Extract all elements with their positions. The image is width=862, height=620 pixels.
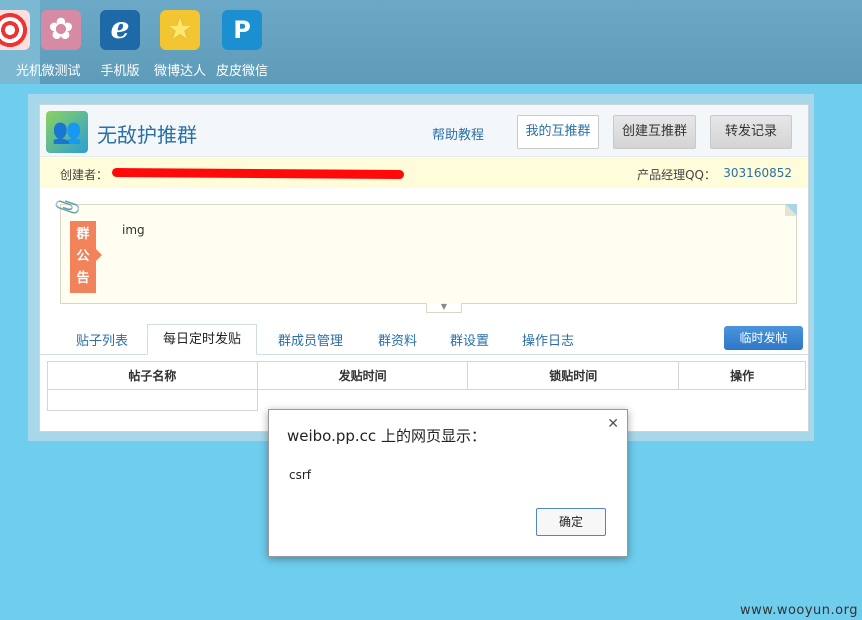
- group-logo-icon: [46, 111, 88, 153]
- notice-text: img: [122, 223, 145, 237]
- paperclip-icon: 📎: [53, 192, 84, 223]
- pm-qq-label: 产品经理QQ：: [637, 168, 716, 182]
- tab-post-list[interactable]: 贴子列表: [76, 330, 128, 349]
- notice-tag-char: 群: [76, 227, 90, 242]
- tab-operation-log[interactable]: 操作日志: [522, 330, 574, 349]
- column-header: 帖子名称: [47, 361, 258, 390]
- redaction-mark: [111, 167, 405, 180]
- target-icon: [0, 10, 30, 50]
- creator-label: 创建者：: [60, 168, 109, 182]
- app-pipi-weixin[interactable]: 皮皮微信: [212, 0, 272, 84]
- tab-group-settings[interactable]: 群设置: [450, 330, 489, 349]
- chat-bubble-icon: [222, 10, 262, 50]
- app-label: 皮皮微信: [215, 64, 268, 79]
- top-app-bar: 光机 微测试 手机版 微博达人 皮皮微信: [0, 0, 862, 84]
- group-notice: 📎 群 公 告 img ▼: [53, 193, 797, 313]
- expand-toggle[interactable]: ▼: [426, 303, 462, 313]
- notice-tag-char: 告: [76, 271, 90, 286]
- chevron-down-icon: ▼: [440, 302, 448, 311]
- temp-post-button[interactable]: 临时发帖: [724, 326, 803, 350]
- table-cell: [47, 389, 258, 411]
- table-header-row: 帖子名称 发贴时间 锁贴时间 操作: [47, 361, 806, 390]
- tab-bar: 贴子列表 每日定时发贴 群成员管理 群资料 群设置 操作日志: [40, 324, 808, 355]
- group-title: 无敌护推群: [97, 123, 197, 147]
- column-header: 操作: [678, 361, 806, 390]
- my-groups-button[interactable]: 我的互推群: [517, 115, 599, 149]
- clover-icon: [41, 10, 81, 50]
- group-panel: 无敌护推群 帮助教程 我的互推群 创建互推群 转发记录 创建者： 产品经理QQ：…: [39, 104, 809, 432]
- dialog-message: csrf: [289, 468, 312, 482]
- ok-button[interactable]: 确定: [536, 508, 606, 536]
- app-weibo-daren[interactable]: 微博达人: [150, 0, 210, 84]
- tab-group-info[interactable]: 群资料: [378, 330, 417, 349]
- close-icon[interactable]: ✕: [607, 416, 619, 432]
- creator-bar: 创建者： 产品经理QQ： 303160852: [40, 158, 808, 188]
- dialog-title: weibo.pp.cc 上的网页显示：: [287, 427, 486, 445]
- table-row: [47, 389, 806, 411]
- column-header: 锁贴时间: [467, 361, 680, 390]
- watermark: www.wooyun.org: [739, 603, 858, 618]
- notice-tag: 群 公 告: [70, 221, 102, 293]
- group-header: 无敌护推群 帮助教程 我的互推群 创建互推群 转发记录: [40, 105, 808, 157]
- create-group-button[interactable]: 创建互推群: [613, 115, 696, 149]
- column-header: 发贴时间: [256, 361, 469, 390]
- tab-member-management[interactable]: 群成员管理: [278, 330, 343, 349]
- table-cell: [468, 390, 679, 411]
- pm-qq-value[interactable]: 303160852: [723, 166, 792, 180]
- tab-daily-scheduled-post[interactable]: 每日定时发贴: [147, 324, 258, 355]
- notice-tag-char: 公: [76, 249, 90, 264]
- table-cell: [257, 390, 468, 411]
- table-cell: [679, 390, 806, 411]
- help-link[interactable]: 帮助教程: [432, 124, 484, 143]
- alert-dialog: weibo.pp.cc 上的网页显示： ✕ csrf 确定: [268, 409, 628, 557]
- repost-records-button[interactable]: 转发记录: [710, 115, 792, 149]
- posts-table: 帖子名称 发贴时间 锁贴时间 操作: [47, 361, 806, 411]
- star-icon: [160, 10, 200, 50]
- phone-app-icon: [100, 10, 140, 50]
